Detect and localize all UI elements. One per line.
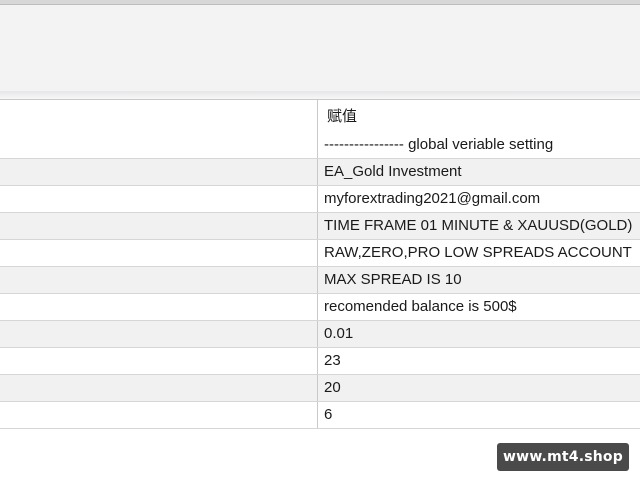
watermark-badge: www.mt4.shop	[497, 443, 629, 471]
value-cell[interactable]: 0.01	[318, 321, 640, 347]
variable-cell[interactable]	[0, 321, 318, 347]
value-cell[interactable]: recomended balance is 500$	[318, 294, 640, 320]
value-cell[interactable]: TIME FRAME 01 MINUTE & XAUUSD(GOLD)	[318, 213, 640, 239]
value-cell[interactable]: MAX SPREAD IS 10	[318, 267, 640, 293]
variable-cell[interactable]	[0, 240, 318, 266]
table-row[interactable]: RAW,ZERO,PRO LOW SPREADS ACCOUNT	[0, 240, 640, 267]
column-header-variable[interactable]	[0, 100, 318, 132]
value-cell[interactable]: myforextrading2021@gmail.com	[318, 186, 640, 212]
dialog-toolbar-area	[0, 5, 640, 91]
toolbar-shadow	[0, 91, 640, 99]
value-cell[interactable]: 6	[318, 402, 640, 428]
table-row[interactable]: 6	[0, 402, 640, 429]
table-header-row: 赋值	[0, 100, 640, 132]
table-row[interactable]: recomended balance is 500$	[0, 294, 640, 321]
value-cell[interactable]: 23	[318, 348, 640, 374]
variable-cell[interactable]	[0, 348, 318, 374]
variable-cell[interactable]	[0, 186, 318, 212]
table-row[interactable]: MAX SPREAD IS 10	[0, 267, 640, 294]
variable-cell[interactable]	[0, 213, 318, 239]
value-cell[interactable]: 20	[318, 375, 640, 401]
column-header-value[interactable]: 赋值	[318, 100, 640, 132]
variable-cell[interactable]	[0, 375, 318, 401]
table-row[interactable]: myforextrading2021@gmail.com	[0, 186, 640, 213]
table-row[interactable]: 0.01	[0, 321, 640, 348]
variable-cell[interactable]	[0, 402, 318, 428]
table-row[interactable]: ---------------- global veriable setting	[0, 132, 640, 159]
value-cell[interactable]: RAW,ZERO,PRO LOW SPREADS ACCOUNT	[318, 240, 640, 266]
variable-cell[interactable]	[0, 159, 318, 185]
variable-cell[interactable]	[0, 132, 318, 158]
table-row[interactable]: EA_Gold Investment	[0, 159, 640, 186]
table-row[interactable]: 20	[0, 375, 640, 402]
inputs-table: 赋值 ---------------- global veriable sett…	[0, 99, 640, 429]
table-row[interactable]: 23	[0, 348, 640, 375]
value-cell[interactable]: EA_Gold Investment	[318, 159, 640, 185]
table-row[interactable]: TIME FRAME 01 MINUTE & XAUUSD(GOLD)	[0, 213, 640, 240]
variable-cell[interactable]	[0, 267, 318, 293]
variable-cell[interactable]	[0, 294, 318, 320]
value-cell[interactable]: ---------------- global veriable setting	[318, 132, 640, 158]
